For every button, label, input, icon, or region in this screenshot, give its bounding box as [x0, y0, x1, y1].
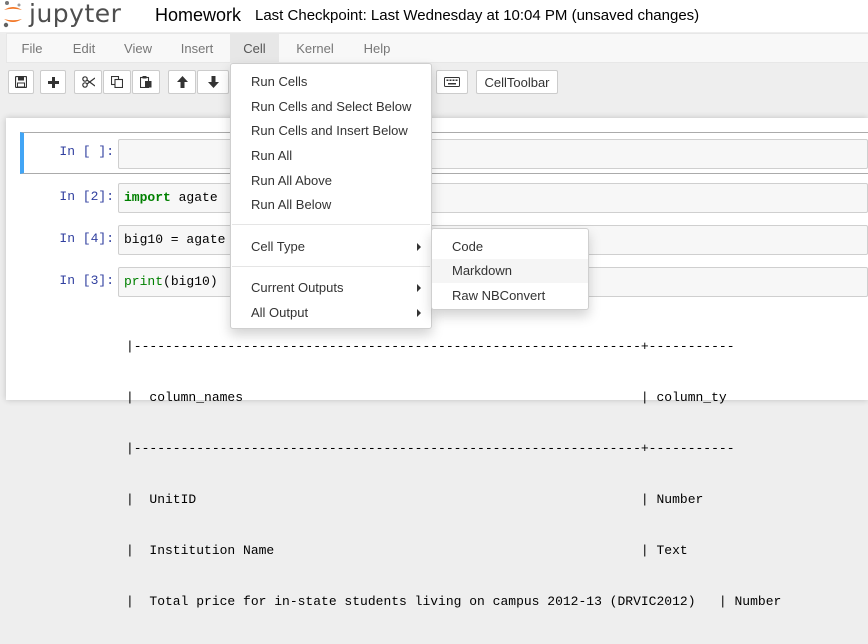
command-palette-button[interactable]	[436, 70, 468, 94]
jupyter-logo-icon	[3, 1, 22, 28]
cell-menu-dropdown: Run Cells Run Cells and Select Below Run…	[230, 63, 432, 329]
menu-cell-type-raw[interactable]: Raw NBConvert	[432, 284, 588, 308]
cell-output: |---------------------------------------…	[126, 304, 781, 644]
output-line: |---------------------------------------…	[126, 339, 735, 354]
menu-run-cells[interactable]: Run Cells	[231, 70, 431, 94]
caret-right-icon	[417, 309, 421, 317]
arrow-down-icon	[207, 76, 219, 88]
menu-cell-type-code[interactable]: Code	[432, 235, 588, 259]
menu-cell-type-markdown[interactable]: Markdown	[432, 259, 588, 283]
output-line: |---------------------------------------…	[126, 441, 735, 456]
input-prompt: In [2]:	[59, 189, 114, 204]
cut-icon	[81, 76, 95, 88]
menu-all-output[interactable]: All Output	[231, 301, 431, 325]
save-icon	[15, 76, 27, 88]
cell-type-submenu: Code Markdown Raw NBConvert	[431, 228, 589, 310]
paste-button[interactable]	[132, 70, 160, 94]
keyboard-icon	[444, 77, 460, 87]
menu-run-cells-select-below[interactable]: Run Cells and Select Below	[231, 95, 431, 119]
paste-icon	[140, 76, 152, 88]
menu-cell-type[interactable]: Cell Type	[231, 235, 431, 259]
input-prompt: In [4]:	[59, 231, 114, 246]
menu-view[interactable]: View	[111, 34, 165, 63]
output-line: | UnitID | Number	[126, 492, 704, 507]
menu-divider	[232, 224, 430, 225]
header: jupyter Homework Last Checkpoint: Last W…	[0, 0, 868, 32]
input-prompt: In [ ]:	[59, 144, 114, 159]
menu-run-all[interactable]: Run All	[231, 144, 431, 168]
code-builtin: print	[124, 274, 164, 289]
code-cell[interactable]: In [2]: import agate	[20, 182, 868, 214]
celltoolbar-button[interactable]: CellToolbar	[476, 70, 558, 94]
code-text: agate	[170, 190, 218, 205]
checkpoint-status: Last Checkpoint: Last Wednesday at 10:04…	[255, 7, 700, 24]
caret-right-icon	[417, 284, 421, 292]
menu-run-all-above[interactable]: Run All Above	[231, 169, 431, 193]
insert-cell-button[interactable]	[40, 70, 66, 94]
menubar: File Edit View Insert Cell Kernel Help	[6, 33, 868, 63]
menu-divider	[232, 266, 430, 267]
code-keyword: import	[124, 190, 171, 205]
menu-current-outputs-label: Current Outputs	[251, 280, 344, 295]
output-line: | Total price for in-state students livi…	[126, 594, 782, 609]
menu-cell[interactable]: Cell	[230, 34, 279, 63]
copy-button[interactable]	[103, 70, 131, 94]
code-text: (big10)	[163, 274, 218, 289]
notebook-name[interactable]: Homework	[155, 3, 241, 27]
menu-file[interactable]: File	[7, 34, 57, 63]
caret-right-icon	[417, 243, 421, 251]
menu-cell-type-label: Cell Type	[251, 239, 305, 254]
toolbar: CellToolbar	[0, 63, 868, 101]
menu-insert[interactable]: Insert	[169, 34, 225, 63]
menu-all-output-label: All Output	[251, 305, 309, 320]
menu-help[interactable]: Help	[352, 34, 402, 63]
logo-text: jupyter	[29, 0, 122, 28]
copy-icon	[111, 76, 123, 88]
jupyter-logo[interactable]: jupyter	[2, 0, 121, 28]
cut-button[interactable]	[74, 70, 102, 94]
move-up-button[interactable]	[168, 70, 196, 94]
arrow-up-icon	[176, 76, 188, 88]
menu-run-all-below[interactable]: Run All Below	[231, 193, 431, 217]
move-down-button[interactable]	[197, 70, 229, 94]
code-cell-selected[interactable]: In [ ]:	[20, 132, 868, 174]
output-line: | column_names | column_ty	[126, 390, 727, 405]
menu-kernel[interactable]: Kernel	[284, 34, 346, 63]
menu-run-cells-insert-below[interactable]: Run Cells and Insert Below	[231, 119, 431, 143]
plus-icon	[47, 76, 59, 88]
input-prompt: In [3]:	[59, 273, 114, 288]
menu-edit[interactable]: Edit	[59, 34, 109, 63]
save-button[interactable]	[8, 70, 34, 94]
menu-current-outputs[interactable]: Current Outputs	[231, 276, 431, 300]
output-line: | Institution Name | Text	[126, 543, 688, 558]
